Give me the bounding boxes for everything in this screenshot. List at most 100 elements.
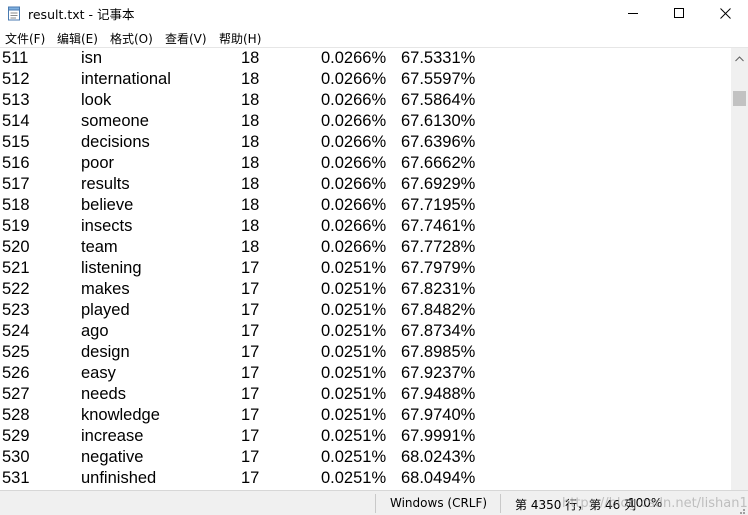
text-line[interactable]: 528 knowledge 17 0.0251% 67.9740%: [0, 405, 731, 426]
word-cell: makes: [81, 280, 130, 298]
text-line[interactable]: 523 played 17 0.0251% 67.8482%: [0, 300, 731, 321]
maximize-button[interactable]: [656, 0, 702, 26]
rank-cell: 518: [2, 196, 30, 214]
word-cell: isn: [81, 49, 103, 67]
count-cell: 18: [241, 238, 260, 256]
close-icon: [719, 7, 731, 19]
text-line[interactable]: 521 listening 17 0.0251% 67.7979%: [0, 258, 731, 279]
menu-edit[interactable]: 编辑(E): [57, 30, 98, 47]
percent-cell: 0.0251%: [321, 343, 387, 361]
rank-cell: 525: [2, 343, 30, 361]
word-cell: someone: [81, 112, 149, 130]
text-line[interactable]: 525 design 17 0.0251% 67.8985%: [0, 342, 731, 363]
text-line[interactable]: 517 results 18 0.0266% 67.6929%: [0, 174, 731, 195]
cumulative-cell: 67.8734%: [401, 322, 476, 340]
text-line[interactable]: 522 makes 17 0.0251% 67.8231%: [0, 279, 731, 300]
count-cell: 17: [241, 364, 260, 382]
percent-cell: 0.0251%: [321, 259, 387, 277]
rank-cell: 516: [2, 154, 30, 172]
rank-cell: 517: [2, 175, 30, 193]
rank-cell: 512: [2, 70, 30, 88]
menu-bar: 文件(F) 编辑(E) 格式(O) 查看(V) 帮助(H): [0, 26, 748, 48]
notepad-icon: [7, 5, 21, 21]
cumulative-cell: 67.9488%: [401, 385, 476, 403]
count-cell: 18: [241, 217, 260, 235]
text-line[interactable]: 516 poor 18 0.0266% 67.6662%: [0, 153, 731, 174]
cumulative-cell: 67.7461%: [401, 217, 476, 235]
rank-cell: 522: [2, 280, 30, 298]
cumulative-cell: 67.5331%: [401, 49, 476, 67]
text-line[interactable]: 527 needs 17 0.0251% 67.9488%: [0, 384, 731, 405]
percent-cell: 0.0251%: [321, 280, 387, 298]
rank-cell: 515: [2, 133, 30, 151]
text-line[interactable]: 515 decisions 18 0.0266% 67.6396%: [0, 132, 731, 153]
percent-cell: 0.0266%: [321, 217, 387, 235]
text-editor-area[interactable]: 511 isn 18 0.0266% 67.5331% 512 international 1…: [0, 48, 731, 490]
count-cell: 18: [241, 175, 260, 193]
text-line[interactable]: 512 international 18 0.0266% 67.5597%: [0, 69, 731, 90]
cumulative-cell: 68.0494%: [401, 469, 476, 487]
text-line[interactable]: 518 believe 18 0.0266% 67.7195%: [0, 195, 731, 216]
text-line[interactable]: 524 ago 17 0.0251% 67.8734%: [0, 321, 731, 342]
word-cell: increase: [81, 427, 144, 445]
word-cell: knowledge: [81, 406, 160, 424]
status-encoding: Windows (CRLF): [390, 496, 488, 510]
word-cell: results: [81, 175, 130, 193]
cumulative-cell: 67.5864%: [401, 91, 476, 109]
count-cell: 17: [241, 448, 260, 466]
cumulative-cell: 67.7979%: [401, 259, 476, 277]
count-cell: 18: [241, 154, 260, 172]
word-cell: negative: [81, 448, 144, 466]
menu-file[interactable]: 文件(F): [5, 30, 45, 47]
word-cell: unfinished: [81, 469, 157, 487]
text-line[interactable]: 520 team 18 0.0266% 67.7728%: [0, 237, 731, 258]
percent-cell: 0.0266%: [321, 196, 387, 214]
scrollbar-thumb[interactable]: [733, 91, 746, 106]
count-cell: 17: [241, 427, 260, 445]
text-line[interactable]: 513 look 18 0.0266% 67.5864%: [0, 90, 731, 111]
menu-view[interactable]: 查看(V): [165, 30, 207, 47]
title-bar[interactable]: result.txt - 记事本: [0, 0, 748, 26]
word-cell: team: [81, 238, 118, 256]
status-bar: Windows (CRLF) 第 4350 行，第 46 列 100% http…: [0, 490, 748, 515]
rank-cell: 526: [2, 364, 30, 382]
percent-cell: 0.0251%: [321, 448, 387, 466]
rank-cell: 523: [2, 301, 30, 319]
text-line[interactable]: 529 increase 17 0.0251% 67.9991%: [0, 426, 731, 447]
close-button[interactable]: [702, 0, 748, 26]
percent-cell: 0.0266%: [321, 175, 387, 193]
count-cell: 17: [241, 280, 260, 298]
cumulative-cell: 67.9991%: [401, 427, 476, 445]
watermark: https://blog.csdn.net/lishan132: [562, 496, 748, 511]
count-cell: 17: [241, 469, 260, 487]
text-line[interactable]: 531 unfinished 17 0.0251% 68.0494%: [0, 468, 731, 489]
count-cell: 18: [241, 112, 260, 130]
minimize-button[interactable]: [610, 0, 656, 26]
text-line[interactable]: 526 easy 17 0.0251% 67.9237%: [0, 363, 731, 384]
scroll-up-button[interactable]: [731, 48, 748, 65]
word-cell: ago: [81, 322, 109, 340]
status-divider: [375, 494, 376, 513]
percent-cell: 0.0266%: [321, 70, 387, 88]
percent-cell: 0.0251%: [321, 427, 387, 445]
word-cell: look: [81, 91, 112, 109]
cumulative-cell: 67.6662%: [401, 154, 476, 172]
count-cell: 17: [241, 343, 260, 361]
text-line[interactable]: 530 negative 17 0.0251% 68.0243%: [0, 447, 731, 468]
percent-cell: 0.0266%: [321, 49, 387, 67]
cumulative-cell: 67.8482%: [401, 301, 476, 319]
text-line[interactable]: 519 insects 18 0.0266% 67.7461%: [0, 216, 731, 237]
text-line[interactable]: 514 someone 18 0.0266% 67.6130%: [0, 111, 731, 132]
resize-grip-icon[interactable]: [736, 503, 746, 514]
cumulative-cell: 67.7195%: [401, 196, 476, 214]
count-cell: 18: [241, 133, 260, 151]
cumulative-cell: 67.8231%: [401, 280, 476, 298]
menu-help[interactable]: 帮助(H): [219, 30, 261, 47]
percent-cell: 0.0266%: [321, 91, 387, 109]
vertical-scrollbar[interactable]: [731, 48, 748, 490]
cumulative-cell: 67.5597%: [401, 70, 476, 88]
menu-format[interactable]: 格式(O): [110, 30, 153, 47]
word-cell: easy: [81, 364, 116, 382]
word-cell: insects: [81, 217, 133, 235]
text-line[interactable]: 511 isn 18 0.0266% 67.5331%: [0, 48, 731, 69]
